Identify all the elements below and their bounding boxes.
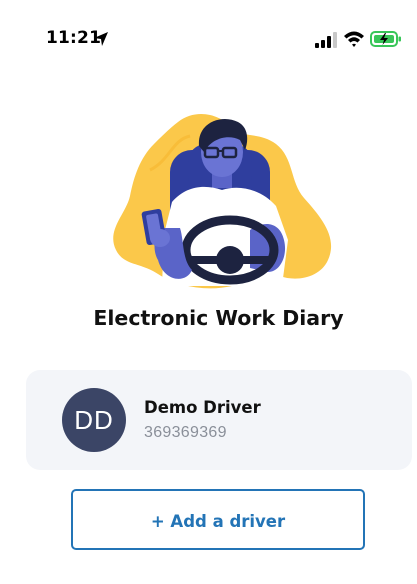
app-title: Electronic Work Diary bbox=[93, 306, 344, 330]
driver-card[interactable]: DD Demo Driver 369369369 bbox=[26, 370, 412, 470]
add-driver-label: + Add a driver bbox=[150, 512, 286, 531]
add-driver-button[interactable]: + Add a driver bbox=[71, 489, 365, 550]
battery-charging-icon bbox=[370, 31, 401, 47]
wifi-icon bbox=[344, 31, 364, 47]
driver-name: Demo Driver bbox=[144, 398, 261, 417]
cellular-signal-icon bbox=[315, 32, 337, 48]
driver-illustration bbox=[113, 114, 332, 289]
driver-id-number: 369369369 bbox=[144, 424, 227, 441]
avatar: DD bbox=[62, 388, 126, 452]
status-bar: 11:21 bbox=[0, 0, 417, 80]
location-arrow-icon bbox=[94, 32, 108, 46]
